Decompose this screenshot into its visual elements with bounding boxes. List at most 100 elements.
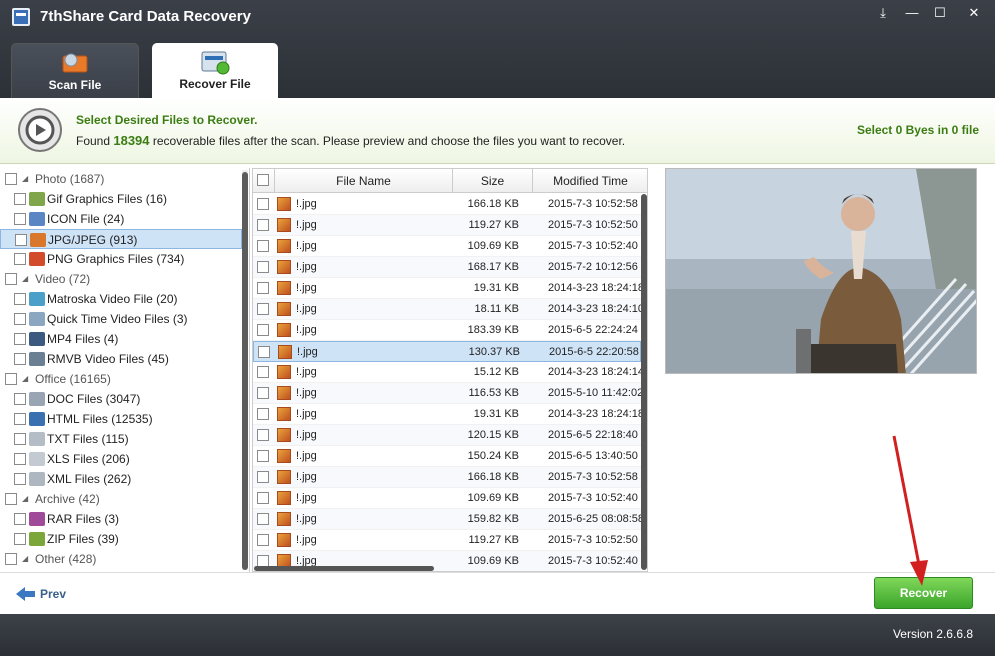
tree-checkbox[interactable] [14,393,26,405]
table-row[interactable]: !.jpg 130.37 KB 2015-6-5 22:20:58 [253,341,641,362]
tree-checkbox[interactable] [14,413,26,425]
tree-checkbox[interactable] [15,234,27,246]
row-checkbox[interactable] [257,429,269,441]
tree-checkbox[interactable] [14,453,26,465]
row-checkbox[interactable] [257,450,269,462]
table-row[interactable]: !.jpg 116.53 KB 2015-5-10 11:42:02 [253,383,644,404]
download-icon[interactable]: ⤓ [870,4,896,22]
tree-checkbox[interactable] [14,433,26,445]
close-button[interactable]: ✕ [961,4,987,22]
expand-caret-icon[interactable]: ◢ [22,169,28,189]
table-row[interactable]: !.jpg 183.39 KB 2015-6-5 22:24:24 [253,320,641,341]
bottom-bar [0,572,995,614]
tree-item[interactable]: RAR Files (3) [0,509,242,529]
row-checkbox[interactable] [257,219,269,231]
row-checkbox[interactable] [257,240,269,252]
table-row[interactable]: !.jpg 120.15 KB 2015-6-5 22:18:40 [253,425,641,446]
row-checkbox[interactable] [257,387,269,399]
tree-checkbox[interactable] [14,333,26,345]
row-checkbox[interactable] [257,408,269,420]
tree-item[interactable]: PNG Graphics Files (734) [0,249,242,269]
column-file-name[interactable]: File Name [275,169,453,193]
tree-item[interactable]: XLS Files (206) [0,449,242,469]
table-row[interactable]: !.jpg 119.27 KB 2015-7-3 10:52:50 [253,530,641,551]
tree-checkbox[interactable] [5,173,17,185]
row-checkbox[interactable] [257,282,269,294]
table-row[interactable]: !.jpg 15.12 KB 2014-3-23 18:24:14 [253,362,644,383]
tree-item[interactable]: RMVB Video Files (45) [0,349,242,369]
jpg-file-icon [277,260,291,274]
row-checkbox[interactable] [257,534,269,546]
tree-category[interactable]: ◢ Photo (1687) [0,169,242,189]
expand-caret-icon[interactable]: ◢ [22,269,28,289]
table-row[interactable]: !.jpg 159.82 KB 2015-6-25 08:08:58 [253,509,644,530]
row-checkbox[interactable] [257,492,269,504]
table-row[interactable]: !.jpg 19.31 KB 2014-3-23 18:24:18 [253,278,644,299]
tree-checkbox[interactable] [14,193,26,205]
tree-checkbox[interactable] [5,493,17,505]
table-row[interactable]: !.jpg 109.69 KB 2015-7-3 10:52:40 [253,488,641,509]
tree-checkbox[interactable] [5,273,17,285]
table-row[interactable]: !.jpg 19.31 KB 2014-3-23 18:24:18 [253,404,644,425]
select-all-checkbox[interactable] [257,174,269,186]
file-size-cell: 109.69 KB [467,492,519,504]
table-row[interactable]: !.jpg 109.69 KB 2015-7-3 10:52:40 [253,236,641,257]
row-checkbox[interactable] [257,303,269,315]
tree-item[interactable]: TXT Files (115) [0,429,242,449]
tree-category[interactable]: ◢ Video (72) [0,269,242,289]
row-checkbox[interactable] [257,261,269,273]
prev-button[interactable]: Prev [14,584,66,604]
tree-checkbox[interactable] [14,293,26,305]
tree-item[interactable]: XML Files (262) [0,469,242,489]
table-row[interactable]: !.jpg 150.24 KB 2015-6-5 13:40:50 [253,446,641,467]
tree-item[interactable]: JPG/JPEG (913) [0,229,242,249]
table-row[interactable]: !.jpg 168.17 KB 2015-7-2 10:12:56 [253,257,641,278]
table-row[interactable]: !.jpg 166.18 KB 2015-7-3 10:52:58 [253,467,641,488]
minimize-button[interactable]: — [899,4,925,22]
row-checkbox[interactable] [257,471,269,483]
tree-checkbox[interactable] [5,373,17,385]
tree-checkbox[interactable] [14,533,26,545]
row-checkbox[interactable] [258,346,270,358]
table-row[interactable]: !.jpg 119.27 KB 2015-7-3 10:52:50 [253,215,641,236]
tab-recover-file[interactable]: Recover File [152,43,278,98]
tree-item[interactable]: ICON File (24) [0,209,242,229]
expand-caret-icon[interactable]: ◢ [22,549,28,569]
table-row[interactable]: !.jpg 18.11 KB 2014-3-23 18:24:10 [253,299,644,320]
tree-item[interactable]: HTML Files (12535) [0,409,242,429]
modified-time-cell: 2015-7-3 10:52:58 [548,198,638,210]
tree-checkbox[interactable] [14,313,26,325]
tree-category[interactable]: ◢ Office (16165) [0,369,242,389]
found-suffix: recoverable files after the scan. Please… [149,134,626,148]
column-modified-time[interactable]: Modified Time [533,169,647,193]
table-horizontal-scrollbar[interactable] [254,566,434,571]
tab-scan-file[interactable]: Scan File [11,43,139,98]
tree-checkbox[interactable] [14,473,26,485]
row-checkbox[interactable] [257,324,269,336]
tree-item[interactable]: ZIP Files (39) [0,529,242,549]
expand-caret-icon[interactable]: ◢ [22,369,28,389]
tree-item[interactable]: Quick Time Video Files (3) [0,309,242,329]
tree-checkbox[interactable] [14,253,26,265]
tree-checkbox[interactable] [14,513,26,525]
row-checkbox[interactable] [257,198,269,210]
tree-checkbox[interactable] [5,553,17,565]
row-checkbox[interactable] [257,513,269,525]
tree-checkbox[interactable] [14,213,26,225]
tree-item[interactable]: DOC Files (3047) [0,389,242,409]
tree-category[interactable]: ◢ Archive (42) [0,489,242,509]
tree-checkbox[interactable] [14,353,26,365]
expand-caret-icon[interactable]: ◢ [22,489,28,509]
table-vertical-scrollbar[interactable] [641,194,647,570]
row-checkbox[interactable] [257,366,269,378]
maximize-button[interactable]: ☐ [927,4,953,22]
tree-item[interactable]: MP4 Files (4) [0,329,242,349]
table-row[interactable]: !.jpg 166.18 KB 2015-7-3 10:52:58 [253,194,641,215]
xml-file-icon [29,472,45,486]
column-size[interactable]: Size [453,169,533,193]
tree-category[interactable]: ◢ Other (428) [0,549,242,569]
modified-time-cell: 2015-5-10 11:42:02 [548,387,644,399]
tree-scrollbar-thumb[interactable] [242,172,248,570]
tree-item[interactable]: Matroska Video File (20) [0,289,242,309]
tree-item[interactable]: Gif Graphics Files (16) [0,189,242,209]
